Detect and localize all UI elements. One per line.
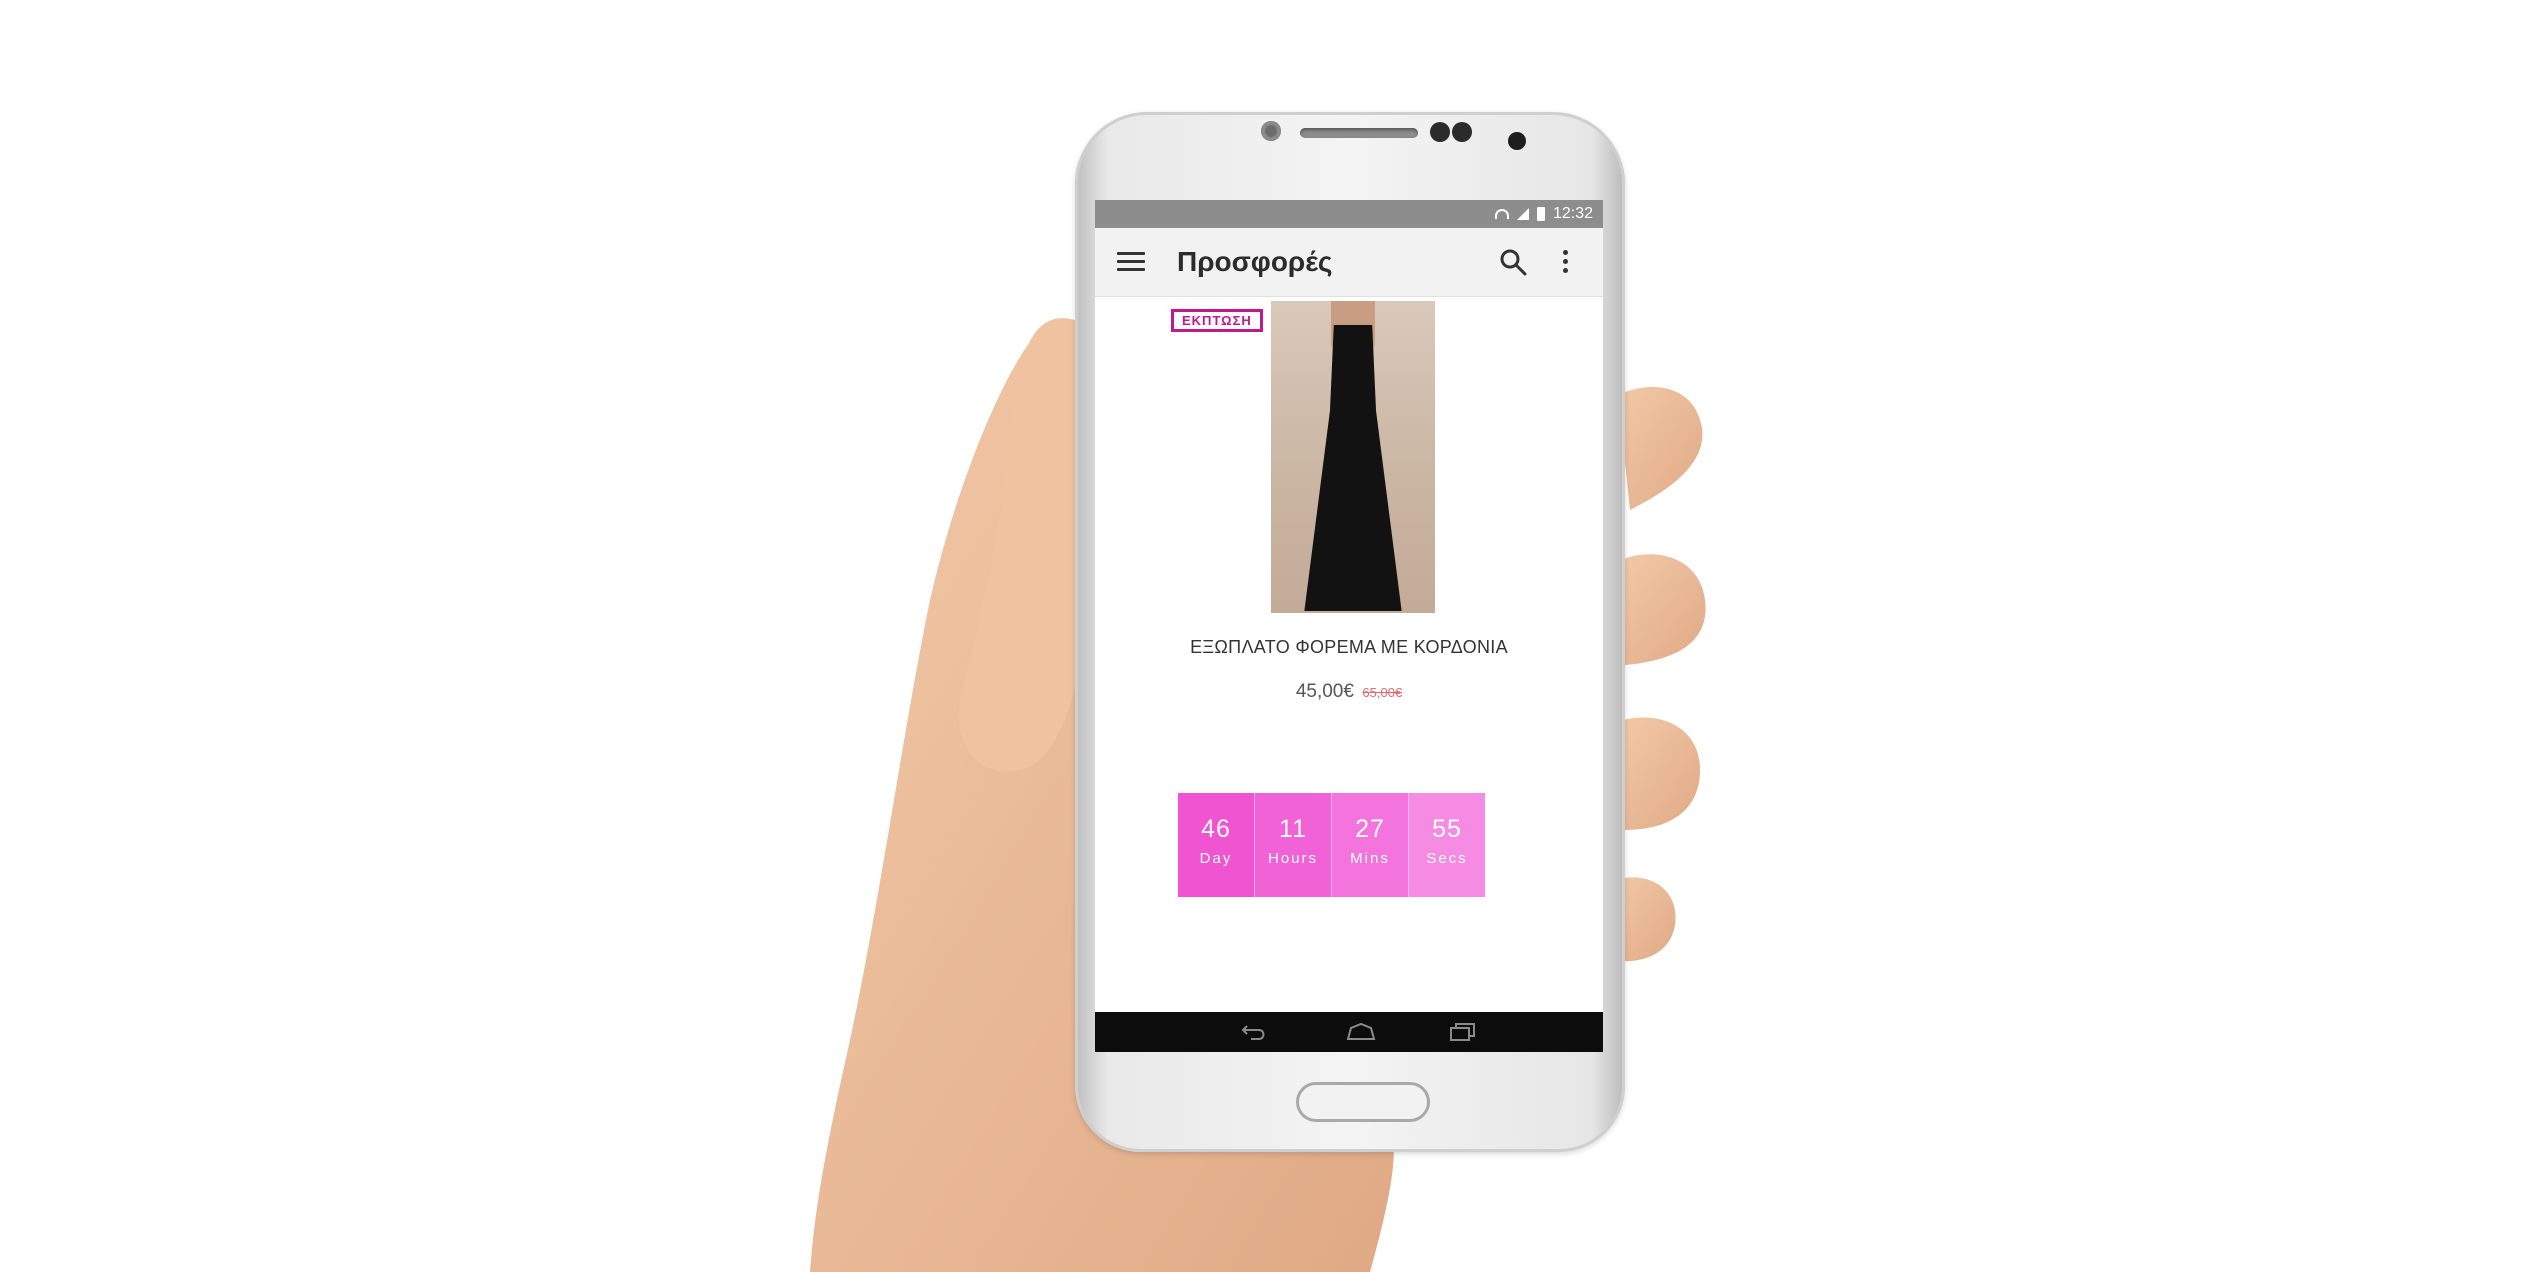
countdown-label: Secs [1426, 850, 1468, 867]
product-title[interactable]: ΕΞΩΠΛΑΤΟ ΦΟΡΕΜΑ ΜΕ ΚΟΡΔΟΝΙΑ [1095, 637, 1603, 658]
countdown-value: 46 [1201, 815, 1231, 843]
countdown-label: Hours [1267, 850, 1318, 867]
system-nav-bar [1095, 1012, 1603, 1052]
price-original: 65,00€ [1362, 685, 1403, 700]
status-time: 12:32 [1552, 205, 1593, 222]
status-bar: 12:32 [1095, 200, 1603, 228]
countdown-value: 27 [1355, 815, 1385, 843]
proximity-sensor-icon [1430, 122, 1450, 142]
home-icon[interactable] [1345, 1022, 1377, 1042]
hamburger-menu-icon[interactable] [1117, 252, 1145, 272]
countdown-value: 55 [1432, 815, 1462, 843]
countdown-value: 11 [1279, 815, 1307, 843]
product-card[interactable]: ΕΚΠΤΩΣΗ ΕΞΩΠΛΑΤΟ ΦΟΡΕΜΑ ΜΕ ΚΟΡΔΟΝΙΑ 45,0… [1095, 297, 1603, 913]
earpiece-speaker [1300, 128, 1418, 138]
back-icon[interactable] [1241, 1022, 1267, 1042]
countdown-mins: 27 Mins [1332, 793, 1409, 897]
phone-device: 12:32 Προσφορές ΕΚΠΤΩΣΗ ΕΞΩΠΛΑΤΟ ΦΟΡΕΜΑ … [1075, 112, 1625, 1152]
signal-icon [1516, 208, 1529, 220]
countdown-timer: 46 Day 11 Hours 27 Mins 55 Secs [1178, 793, 1485, 897]
more-vertical-icon[interactable] [1563, 250, 1571, 276]
app-bar: Προσφορές [1095, 228, 1603, 297]
black-maxi-dress-image[interactable] [1271, 301, 1435, 613]
countdown-days: 46 Day [1178, 793, 1255, 897]
search-icon[interactable] [1499, 248, 1527, 276]
front-sensor-icon [1261, 121, 1281, 141]
price-current: 45,00€ [1295, 681, 1354, 702]
home-button[interactable] [1296, 1082, 1430, 1122]
light-sensor-icon [1452, 122, 1472, 142]
countdown-secs: 55 Secs [1409, 793, 1485, 897]
phone-screen: 12:32 Προσφορές ΕΚΠΤΩΣΗ ΕΞΩΠΛΑΤΟ ΦΟΡΕΜΑ … [1095, 200, 1603, 1052]
page-title: Προσφορές [1177, 246, 1333, 277]
countdown-label: Day [1199, 850, 1233, 867]
battery-icon [1536, 207, 1545, 221]
price-row: 45,00€ 65,00€ [1095, 681, 1603, 703]
countdown-label: Mins [1350, 850, 1390, 867]
countdown-hours: 11 Hours [1255, 793, 1332, 897]
wifi-icon [1494, 209, 1509, 219]
recent-apps-icon[interactable] [1449, 1022, 1477, 1042]
front-camera-icon [1508, 132, 1526, 150]
stage: 12:32 Προσφορές ΕΚΠΤΩΣΗ ΕΞΩΠΛΑΤΟ ΦΟΡΕΜΑ … [0, 0, 2538, 1272]
discount-badge: ΕΚΠΤΩΣΗ [1171, 309, 1263, 332]
